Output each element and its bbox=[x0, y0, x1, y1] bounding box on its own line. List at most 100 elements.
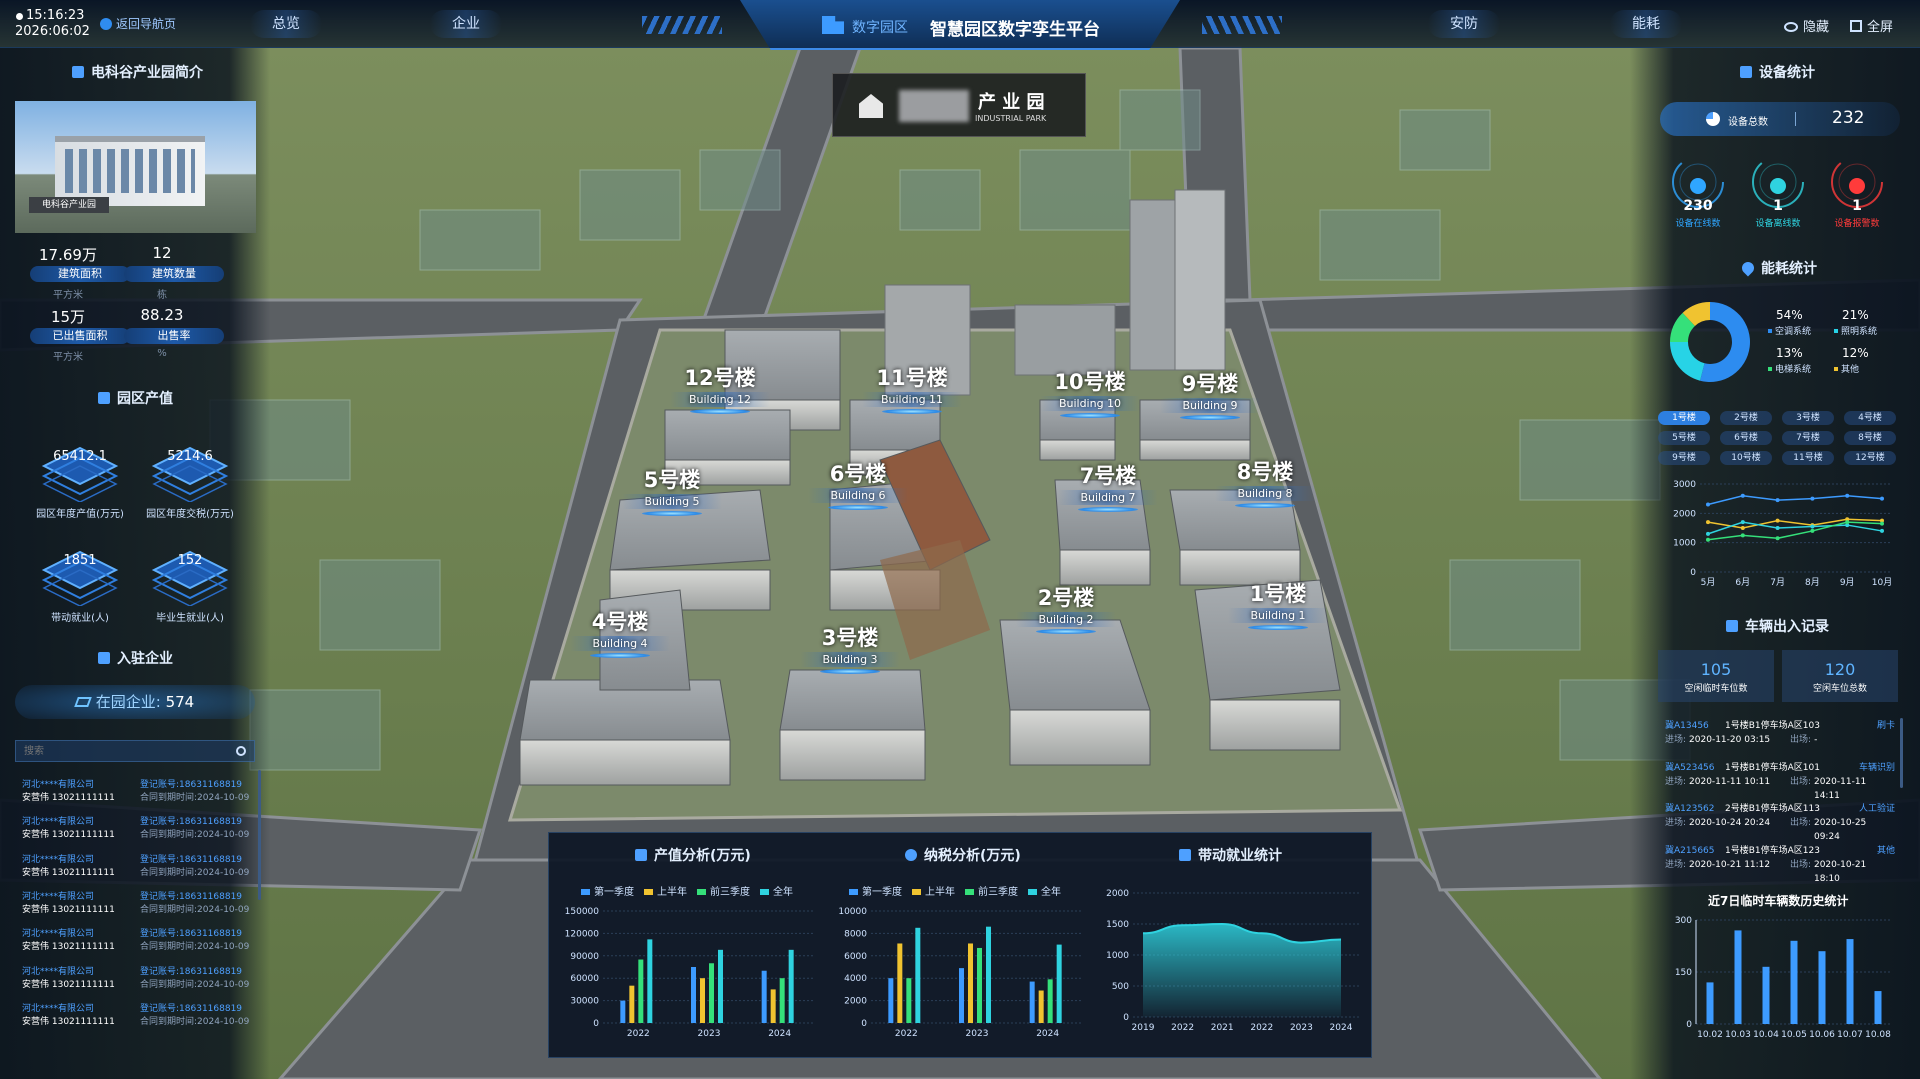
energy-point[interactable] bbox=[1706, 520, 1710, 525]
energy-point[interactable] bbox=[1775, 518, 1780, 523]
bar-上半年[interactable] bbox=[770, 989, 776, 1023]
bar-前三季度[interactable] bbox=[906, 978, 912, 1023]
building-filter-1[interactable]: 1号楼 bbox=[1658, 411, 1710, 425]
bar-前三季度[interactable] bbox=[709, 963, 714, 1023]
energy-point[interactable] bbox=[1775, 526, 1780, 530]
building-filter-11[interactable]: 11号楼 bbox=[1782, 451, 1834, 465]
building-filter-4[interactable]: 4号楼 bbox=[1844, 411, 1896, 425]
energy-donut[interactable] bbox=[1668, 300, 1752, 384]
nav-security[interactable]: 安防 bbox=[1428, 10, 1500, 38]
bar-第一季度[interactable] bbox=[761, 970, 767, 1023]
energy-point[interactable] bbox=[1740, 493, 1745, 498]
bar-前三季度[interactable] bbox=[779, 978, 785, 1023]
park-photo[interactable]: 电科谷产业园 bbox=[15, 101, 256, 233]
enterprise-search-input[interactable] bbox=[24, 744, 224, 759]
donut-slice-1[interactable] bbox=[1670, 342, 1705, 381]
hide-button[interactable]: 隐藏 bbox=[1784, 16, 1829, 35]
back-to-nav-button[interactable]: 返回导航页 bbox=[100, 15, 176, 32]
building-filter-9[interactable]: 9号楼 bbox=[1658, 451, 1710, 465]
energy-point[interactable] bbox=[1775, 536, 1780, 541]
vehicle-bar[interactable] bbox=[1706, 982, 1714, 1024]
bar-第一季度[interactable] bbox=[959, 968, 964, 1023]
building-filter-3[interactable]: 3号楼 bbox=[1782, 411, 1834, 425]
energy-point[interactable] bbox=[1740, 533, 1745, 538]
energy-point[interactable] bbox=[1775, 498, 1780, 503]
bar-全年[interactable] bbox=[788, 949, 794, 1023]
energy-point[interactable] bbox=[1706, 537, 1710, 542]
table-row[interactable]: 河北****有限公司 登记账号: 18631168819 安营伟 1302111111… bbox=[22, 966, 254, 992]
fullscreen-button[interactable]: 全屏 bbox=[1850, 16, 1893, 35]
bar-第一季度[interactable] bbox=[1029, 981, 1035, 1023]
bar-全年[interactable] bbox=[718, 949, 723, 1023]
employment-area-chart[interactable]: 0 500 1000 1500 2000 2019 2022 2021 2022 2023 2024 bbox=[1095, 877, 1369, 1053]
building-filter-7[interactable]: 7号楼 bbox=[1782, 431, 1834, 445]
energy-point[interactable] bbox=[1880, 496, 1884, 501]
enterprise-search[interactable] bbox=[15, 740, 255, 762]
output-bar-chart[interactable]: 0 30000 60000 90000 120000 150000 2022 2023 2024 bbox=[559, 901, 827, 1053]
table-row[interactable]: 河北****有限公司 登记账号: 18631168819 安营伟 1302111111… bbox=[22, 891, 254, 917]
vehicle-bar[interactable] bbox=[1790, 940, 1798, 1024]
vehicle-record[interactable]: 冀A215665 1号楼B1停车场A区123 其他 进场: 2020-10-21 11:… bbox=[1665, 844, 1895, 886]
energy-point[interactable] bbox=[1740, 520, 1745, 525]
building-label-7[interactable]: 7号楼 Building 7 bbox=[1058, 460, 1158, 512]
energy-point[interactable] bbox=[1845, 520, 1850, 525]
building-label-4[interactable]: 9号楼 Building 9 bbox=[1160, 368, 1260, 420]
table-row[interactable]: 河北****有限公司 登记账号: 18631168819 安营伟 1302111111… bbox=[22, 816, 254, 842]
nav-enterprise[interactable]: 企业 bbox=[430, 10, 502, 38]
building-label-11[interactable]: 2号楼 Building 2 bbox=[1016, 582, 1116, 634]
bar-全年[interactable] bbox=[986, 926, 991, 1023]
building-label-1[interactable]: 12号楼 Building 12 bbox=[670, 362, 770, 414]
building-label-3[interactable]: 10号楼 Building 10 bbox=[1040, 366, 1140, 418]
vehicle-record[interactable]: 冀A13456 1号楼B1停车场A区103 刷卡 进场: 2020-11-20 03:1… bbox=[1665, 719, 1895, 747]
bar-全年[interactable] bbox=[915, 927, 921, 1023]
energy-line-chart[interactable]: 0 1000 2000 3000 5月 6月 7月 8月 9月 10月 bbox=[1660, 472, 1900, 592]
table-row[interactable]: 河北****有限公司 登记账号: 18631168819 安营伟 1302111111… bbox=[22, 854, 254, 880]
bar-全年[interactable] bbox=[1056, 944, 1062, 1023]
vehicle-bar[interactable] bbox=[1734, 930, 1742, 1024]
building-filter-2[interactable]: 2号楼 bbox=[1720, 411, 1772, 425]
vehicle-record[interactable]: 冀A523456 1号楼B1停车场A区101 车辆识别 进场: 2020-11-11 1… bbox=[1665, 761, 1895, 803]
bar-全年[interactable] bbox=[647, 939, 653, 1023]
building-label-6[interactable]: 6号楼 Building 6 bbox=[808, 458, 908, 510]
bar-前三季度[interactable] bbox=[638, 959, 644, 1023]
bar-第一季度[interactable] bbox=[888, 978, 894, 1023]
table-row[interactable]: 河北****有限公司 登记账号: 18631168819 安营伟 1302111111… bbox=[22, 928, 254, 954]
tax-bar-chart[interactable]: 0 2000 4000 6000 8000 10000 2022 2023 2024 bbox=[827, 901, 1095, 1053]
building-filter-6[interactable]: 6号楼 bbox=[1720, 431, 1772, 445]
bar-上半年[interactable] bbox=[629, 985, 635, 1023]
building-filter-10[interactable]: 10号楼 bbox=[1720, 451, 1772, 465]
vehicle-bar[interactable] bbox=[1874, 991, 1882, 1024]
vehicle-bar[interactable] bbox=[1846, 939, 1854, 1024]
bar-前三季度[interactable] bbox=[977, 947, 982, 1023]
energy-point[interactable] bbox=[1740, 526, 1745, 530]
vehicle-bar-chart[interactable]: 0 150 300 10.02 10.03 10.04 10.05 10.06 10.07 10.… bbox=[1660, 910, 1900, 1040]
energy-point[interactable] bbox=[1810, 524, 1815, 529]
energy-point[interactable] bbox=[1810, 528, 1815, 533]
enterprise-scrollbar[interactable] bbox=[258, 770, 261, 900]
vehicle-bar[interactable] bbox=[1762, 966, 1770, 1024]
nav-overview[interactable]: 总览 bbox=[250, 10, 322, 38]
building-label-2[interactable]: 11号楼 Building 11 bbox=[862, 362, 962, 414]
building-label-9[interactable]: 4号楼 Building 4 bbox=[570, 606, 670, 658]
building-label-12[interactable]: 1号楼 Building 1 bbox=[1228, 578, 1328, 630]
energy-point[interactable] bbox=[1706, 502, 1710, 507]
table-row[interactable]: 河北****有限公司 登记账号: 18631168819 安营伟 1302111111… bbox=[22, 1003, 254, 1029]
bar-上半年[interactable] bbox=[897, 943, 903, 1023]
bar-第一季度[interactable] bbox=[620, 1000, 626, 1023]
building-label-5[interactable]: 5号楼 Building 5 bbox=[622, 464, 722, 516]
vehicle-bar[interactable] bbox=[1818, 951, 1826, 1024]
bar-前三季度[interactable] bbox=[1047, 979, 1053, 1023]
bar-上半年[interactable] bbox=[700, 978, 705, 1023]
building-filter-8[interactable]: 8号楼 bbox=[1844, 431, 1896, 445]
bar-上半年[interactable] bbox=[1038, 990, 1044, 1023]
energy-point[interactable] bbox=[1845, 493, 1850, 498]
energy-point[interactable] bbox=[1880, 528, 1884, 533]
energy-point[interactable] bbox=[1810, 496, 1815, 501]
search-icon[interactable] bbox=[236, 746, 246, 756]
bar-第一季度[interactable] bbox=[691, 967, 696, 1023]
building-label-10[interactable]: 3号楼 Building 3 bbox=[800, 622, 900, 674]
energy-point[interactable] bbox=[1706, 531, 1710, 536]
vehicle-record[interactable]: 冀A123562 2号楼B1停车场A区113 人工验证 进场: 2020-10-24 2… bbox=[1665, 802, 1895, 844]
table-row[interactable]: 河北****有限公司 登记账号: 18631168819 安营伟 1302111111… bbox=[22, 779, 254, 805]
nav-energy[interactable]: 能耗 bbox=[1610, 10, 1682, 38]
